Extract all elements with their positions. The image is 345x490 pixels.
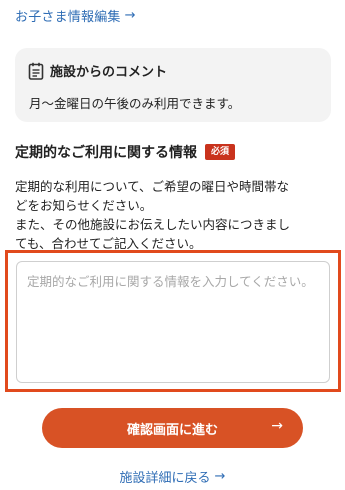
facility-comment-title: 施設からのコメント <box>50 65 168 80</box>
edit-child-info-label: お子さま情報編集 <box>15 10 121 25</box>
required-badge: 必須 <box>205 144 236 160</box>
regular-use-section-title: 定期的なご利用に関する情報 <box>15 145 197 161</box>
description-line: 定期的な利用について、ご希望の曜日や時間帯な <box>15 179 290 194</box>
regular-use-section-header: 定期的なご利用に関する情報 必須 <box>15 142 236 162</box>
proceed-to-confirm-button[interactable]: 確認画面に進む → <box>42 408 303 448</box>
facility-comment-card: 施設からのコメント 月〜金曜日の午後のみ利用できます。 <box>15 48 331 122</box>
arrow-right-icon: → <box>271 418 283 434</box>
facility-comment-text: 月〜金曜日の午後のみ利用できます。 <box>29 96 241 111</box>
clipboard-icon <box>28 62 44 80</box>
back-to-facility-detail-label: 施設詳細に戻る <box>119 471 211 486</box>
textarea-highlight-frame <box>5 250 341 392</box>
edit-child-info-link[interactable]: お子さま情報編集 → <box>15 6 136 25</box>
regular-use-description: 定期的な利用について、ご希望の曜日や時間帯な どをお知らせください。 また、その… <box>15 177 333 253</box>
arrow-right-icon: → <box>214 469 226 484</box>
description-line: どをお知らせください。 <box>15 198 153 213</box>
proceed-to-confirm-label: 確認画面に進む <box>126 423 218 438</box>
regular-use-textarea[interactable] <box>16 261 330 383</box>
arrow-right-icon: → <box>124 8 136 23</box>
back-to-facility-detail-link[interactable]: 施設詳細に戻る → <box>0 467 345 486</box>
page: お子さま情報編集 → 施設からのコメント 月〜金曜日の午後のみ利用できます。 定… <box>0 0 345 490</box>
facility-comment-header: 施設からのコメント <box>28 61 167 80</box>
description-line: また、その他施設にお伝えしたい内容につきまし <box>15 217 291 232</box>
